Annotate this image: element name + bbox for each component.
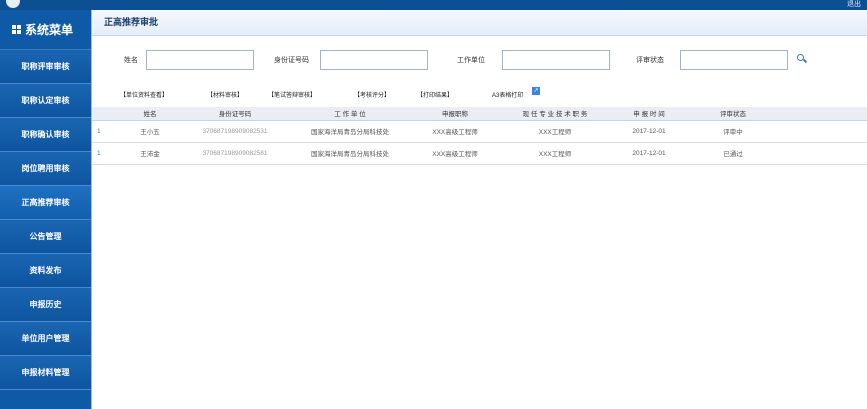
sidebar-item-unit-users[interactable]: 单位用户管理 bbox=[0, 322, 91, 356]
name-label: 姓名 bbox=[124, 57, 138, 64]
action-toolbar: 【单位资料查看】 【材料审核】 【笔试答辩审核】 【考核评分】 【打印结果】 A… bbox=[92, 87, 867, 104]
view-unit-materials-button[interactable]: 【单位资料查看】 bbox=[120, 90, 168, 99]
a3-print-button[interactable]: A3表格打印 bbox=[492, 90, 523, 99]
recommendation-table: 姓名 身份证号码 工 作 单 位 申报职称 现 任 专 业 技 术 职 务 申 … bbox=[92, 107, 867, 165]
table-row[interactable]: 1 王小五 370687198909082531 国家海洋局青岛分局科技处 XX… bbox=[92, 120, 867, 143]
id-card-input[interactable] bbox=[320, 50, 428, 70]
logo-icon bbox=[6, 0, 20, 8]
sidebar-title: 系统菜单 bbox=[25, 23, 74, 37]
work-unit-input[interactable] bbox=[502, 50, 610, 70]
sidebar-item-post-employment[interactable]: 岗位聘用审核 bbox=[0, 152, 91, 186]
column-header-id-card: 身份证号码 bbox=[180, 107, 290, 121]
column-header-apply-date: 申 报 时 间 bbox=[610, 107, 688, 121]
sidebar: 系统菜单 职称评审审核 职称认定审核 职称确认审核 岗位聘用审核 正高推荐审核 … bbox=[0, 10, 91, 409]
row-work-unit: 国家海洋局青岛分局科技处 bbox=[290, 142, 410, 165]
row-applied-title: XXX高级工程师 bbox=[410, 120, 500, 143]
column-header-name: 姓名 bbox=[120, 107, 180, 121]
row-number: 1 bbox=[92, 142, 120, 165]
main-content: 正高推荐审批 姓名 身份证号码 工作单位 评审状态 【单位资料查看】 【材料审核… bbox=[91, 10, 867, 409]
column-header-review-status: 评审状态 bbox=[688, 107, 778, 121]
top-bar: 退出 bbox=[0, 0, 867, 10]
sidebar-item-material-management[interactable]: 申报材料管理 bbox=[0, 356, 91, 390]
row-apply-date: 2017-12-01 bbox=[610, 120, 688, 143]
column-header-applied-title: 申报职称 bbox=[410, 107, 500, 121]
page-title: 正高推荐审批 bbox=[92, 10, 867, 36]
row-review-status: 评审中 bbox=[688, 120, 778, 143]
external-link-icon[interactable]: ↗ bbox=[532, 87, 540, 95]
sidebar-item-title-confirmation[interactable]: 职称确认审核 bbox=[0, 118, 91, 152]
review-status-input[interactable] bbox=[680, 50, 788, 70]
name-input[interactable] bbox=[146, 50, 254, 70]
menu-grid-icon bbox=[12, 25, 21, 34]
review-status-label: 评审状态 bbox=[636, 57, 664, 64]
row-number: 1 bbox=[92, 120, 120, 143]
work-unit-label: 工作单位 bbox=[457, 57, 485, 64]
row-id-card: 370687198909082531 bbox=[180, 120, 290, 143]
sidebar-item-title-review[interactable]: 职称评审审核 bbox=[0, 50, 91, 84]
row-current-position: XXX工程师 bbox=[500, 120, 610, 143]
column-header-work-unit: 工 作 单 位 bbox=[290, 107, 410, 121]
sidebar-item-history[interactable]: 申报历史 bbox=[0, 288, 91, 322]
id-card-label: 身份证号码 bbox=[274, 57, 309, 64]
sidebar-item-title-recognition[interactable]: 职称认定审核 bbox=[0, 84, 91, 118]
row-current-position: XXX工程师 bbox=[500, 142, 610, 165]
search-form: 姓名 身份证号码 工作单位 评审状态 bbox=[92, 48, 867, 72]
row-name: 王沛金 bbox=[120, 142, 180, 165]
row-name: 王小五 bbox=[120, 120, 180, 143]
sidebar-item-announcements[interactable]: 公告管理 bbox=[0, 220, 91, 254]
column-header-index bbox=[92, 107, 120, 121]
row-apply-date: 2017-12-01 bbox=[610, 142, 688, 165]
table-header-row: 姓名 身份证号码 工 作 单 位 申报职称 现 任 专 业 技 术 职 务 申 … bbox=[92, 107, 867, 121]
sidebar-item-senior-recommend[interactable]: 正高推荐审核 bbox=[0, 186, 91, 220]
assessment-score-button[interactable]: 【考核评分】 bbox=[354, 90, 390, 99]
row-work-unit: 国家海洋局青岛分局科技处 bbox=[290, 120, 410, 143]
search-icon[interactable] bbox=[796, 53, 808, 65]
column-header-current-position: 现 任 专 业 技 术 职 务 bbox=[500, 107, 610, 121]
table-row[interactable]: 1 王沛金 370687198909082581 国家海洋局青岛分局科技处 XX… bbox=[92, 142, 867, 165]
row-id-card: 370687198909082581 bbox=[180, 142, 290, 165]
material-review-button[interactable]: 【材料审核】 bbox=[207, 90, 243, 99]
exam-defense-review-button[interactable]: 【笔试答辩审核】 bbox=[268, 90, 316, 99]
sidebar-header: 系统菜单 bbox=[0, 10, 91, 50]
exit-link[interactable]: 退出 bbox=[847, 0, 861, 10]
row-review-status: 已通过 bbox=[688, 142, 778, 165]
sidebar-item-publish-materials[interactable]: 资料发布 bbox=[0, 254, 91, 288]
row-applied-title: XXX高级工程师 bbox=[410, 142, 500, 165]
print-results-button[interactable]: 【打印结果】 bbox=[417, 90, 453, 99]
